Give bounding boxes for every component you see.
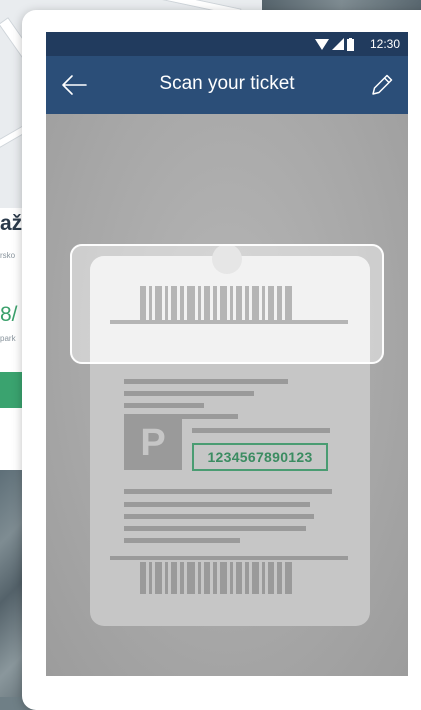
- ticket-barcode-bottom: [140, 562, 292, 594]
- scan-frame: [70, 244, 384, 364]
- background-price: 8/: [0, 303, 18, 326]
- ticket-text-line: [124, 403, 204, 408]
- background-price-subtext: park: [0, 334, 16, 343]
- ticket-text-line: [124, 391, 254, 396]
- phone-screen: 12:30 Scan your ticket P 1234567890123: [46, 32, 408, 676]
- edit-button[interactable]: [368, 71, 396, 99]
- status-time: 12:30: [369, 37, 400, 51]
- page-title: Scan your ticket: [159, 73, 295, 94]
- background-heading: až: [0, 212, 23, 235]
- ticket-text-line: [124, 514, 314, 519]
- ticket-text-line: [124, 538, 240, 543]
- background-subtext: rsko: [0, 251, 16, 260]
- status-icons: [315, 37, 354, 51]
- ticket-text-line: [124, 526, 306, 531]
- ticket-text-line: [124, 379, 288, 384]
- status-bar: 12:30: [46, 32, 408, 56]
- ticket-code: 1234567890123: [192, 443, 328, 471]
- parking-icon: P: [124, 416, 182, 470]
- pencil-icon: [372, 74, 393, 95]
- camera-viewfinder: P 1234567890123: [46, 114, 408, 676]
- ticket-divider: [110, 556, 348, 560]
- ticket-text-line: [124, 502, 310, 507]
- app-bar: Scan your ticket: [46, 56, 408, 114]
- battery-icon: [347, 37, 354, 51]
- ticket-text-line: [124, 489, 332, 494]
- wifi-icon: [315, 38, 329, 50]
- cell-signal-icon: [332, 38, 344, 50]
- ticket-text-line: [192, 428, 330, 433]
